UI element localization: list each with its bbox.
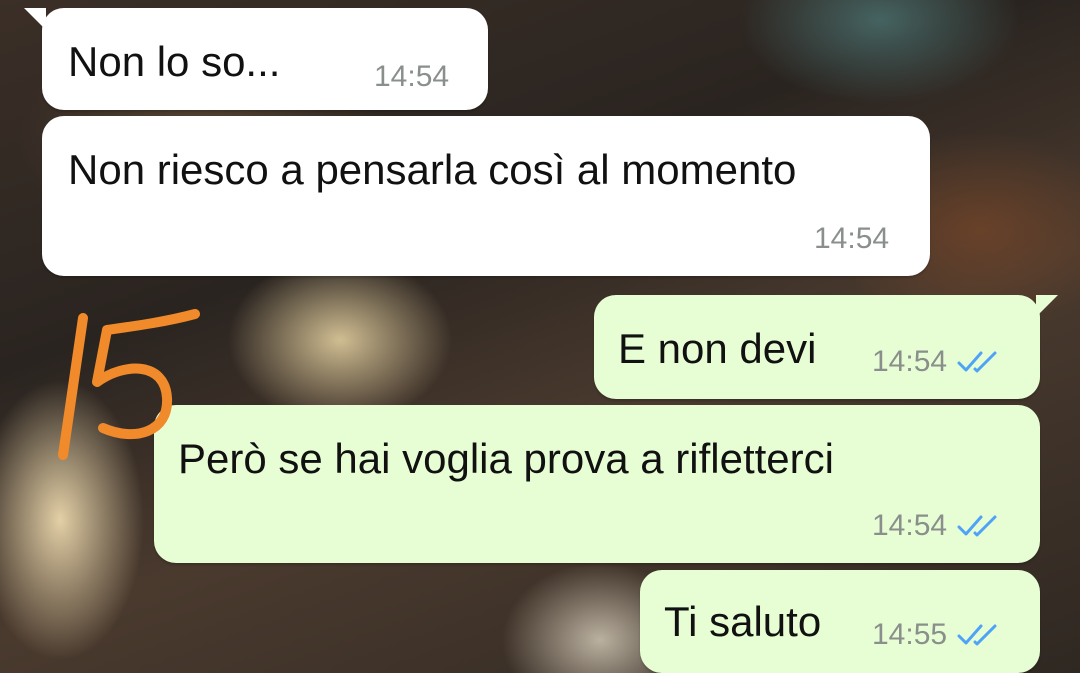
message-meta: 14:55 <box>872 618 1001 653</box>
double-check-icon <box>957 351 997 373</box>
message-meta: 14:54 <box>374 60 449 95</box>
double-check-icon <box>957 515 997 537</box>
message-timestamp: 14:54 <box>374 60 450 93</box>
message-bubble-outgoing[interactable]: Ti saluto 14:55 <box>640 570 1040 673</box>
message-text: Ti saluto <box>664 598 822 645</box>
double-check-icon <box>957 624 997 646</box>
message-timestamp: 14:54 <box>872 509 948 542</box>
message-meta: 14:54 <box>872 509 1001 544</box>
message-timestamp: 14:54 <box>872 345 948 378</box>
message-meta: 14:54 <box>814 222 889 257</box>
message-timestamp: 14:55 <box>872 618 948 651</box>
message-bubble-outgoing[interactable]: E non devi 14:54 <box>594 295 1058 399</box>
message-text: Però se hai voglia prova a rifletterci <box>178 435 834 482</box>
message-bubble-incoming[interactable]: Non lo so... 14:54 <box>24 8 488 110</box>
message-bubble-incoming[interactable]: Non riesco a pensarla così al momento 14… <box>42 116 930 276</box>
message-text: E non devi <box>618 325 817 372</box>
message-timestamp: 14:54 <box>814 222 890 255</box>
chat-conversation: Non lo so... 14:54 Non riesco a pensarla… <box>0 0 1080 673</box>
message-bubble-outgoing[interactable]: Però se hai voglia prova a rifletterci 1… <box>154 405 1040 563</box>
message-text: Non riesco a pensarla così al momento <box>68 146 797 193</box>
message-text: Non lo so... <box>68 38 281 85</box>
handwritten-number-annotation <box>58 309 200 460</box>
message-meta: 14:54 <box>872 345 1001 380</box>
